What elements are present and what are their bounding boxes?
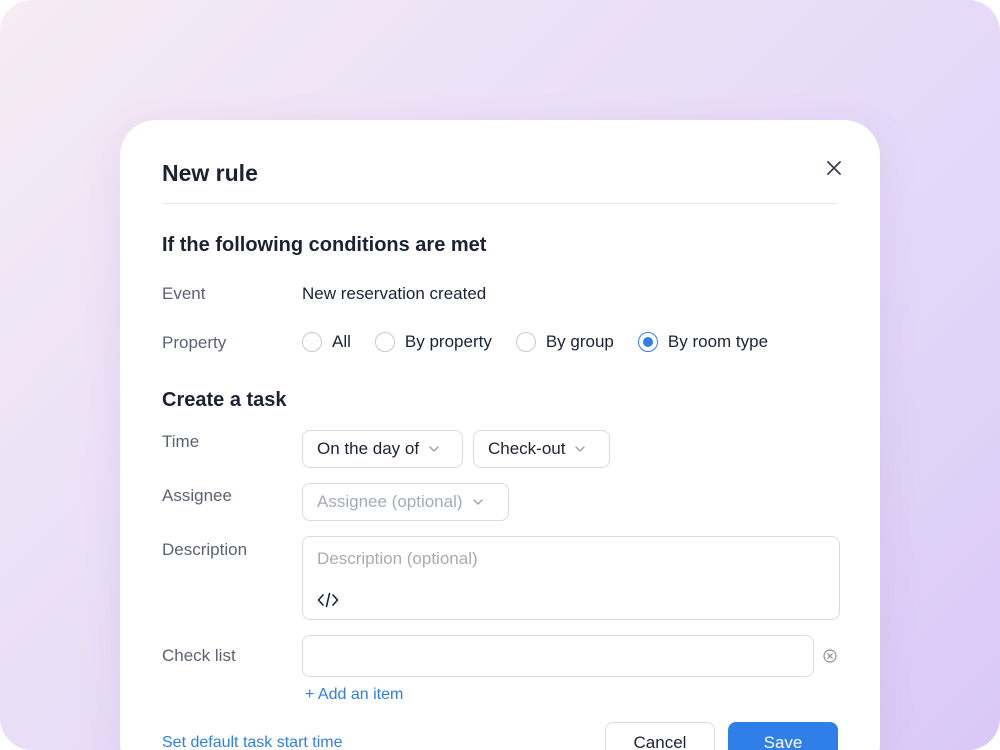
- close-button[interactable]: [822, 156, 846, 180]
- radio-label: All: [332, 332, 351, 351]
- new-rule-dialog: New rule If the following conditions are…: [120, 120, 880, 750]
- assignee-select[interactable]: Assignee (optional): [302, 483, 509, 521]
- property-option-by-room-type[interactable]: By room type: [637, 332, 769, 352]
- dialog-title: New rule: [162, 160, 258, 186]
- checklist-item-input[interactable]: [302, 635, 814, 677]
- time-label: Time: [162, 432, 200, 451]
- cancel-button[interactable]: Cancel: [605, 722, 715, 750]
- property-radio-group: All By property By group By room type: [302, 330, 792, 354]
- page-background: New rule If the following conditions are…: [0, 0, 1000, 750]
- property-option-by-property[interactable]: By property: [374, 332, 492, 352]
- checklist-label: Check list: [162, 646, 236, 665]
- event-value: New reservation created: [302, 284, 487, 303]
- description-placeholder: Description (optional): [317, 549, 478, 568]
- clear-circle-icon[interactable]: [823, 649, 837, 663]
- description-textarea[interactable]: Description (optional): [302, 536, 840, 620]
- radio-button[interactable]: [302, 332, 322, 352]
- property-label: Property: [162, 333, 227, 352]
- time-when-select[interactable]: On the day of: [302, 430, 463, 468]
- header-divider: [162, 203, 838, 204]
- select-value: Check-out: [488, 439, 566, 458]
- set-default-time-link[interactable]: Set default task start time: [162, 734, 343, 750]
- chevron-down-icon: [575, 446, 586, 452]
- radio-button-selected[interactable]: [637, 332, 658, 352]
- property-option-by-group[interactable]: By group: [515, 332, 614, 352]
- chevron-down-icon: [429, 446, 439, 452]
- event-label: Event: [162, 284, 206, 303]
- code-icon[interactable]: [317, 591, 339, 609]
- time-event-select[interactable]: Check-out: [473, 430, 610, 468]
- radio-dot: [642, 337, 653, 347]
- close-icon: [827, 161, 841, 175]
- conditions-heading: If the following conditions are met: [162, 234, 487, 256]
- radio-button[interactable]: [374, 332, 395, 352]
- save-button[interactable]: Save: [728, 722, 838, 750]
- property-option-all[interactable]: All: [302, 332, 351, 352]
- chevron-down-icon: [472, 499, 483, 505]
- add-item-link[interactable]: + Add an item: [305, 686, 403, 704]
- assignee-label: Assignee: [162, 486, 232, 505]
- radio-label: By room type: [667, 332, 769, 351]
- description-label: Description: [162, 540, 248, 559]
- select-placeholder: Assignee (optional): [317, 492, 463, 511]
- radio-label: By group: [545, 332, 614, 351]
- radio-button[interactable]: [515, 332, 536, 352]
- radio-label: By property: [404, 332, 492, 351]
- create-task-heading: Create a task: [162, 389, 287, 411]
- select-value: On the day of: [317, 439, 420, 458]
